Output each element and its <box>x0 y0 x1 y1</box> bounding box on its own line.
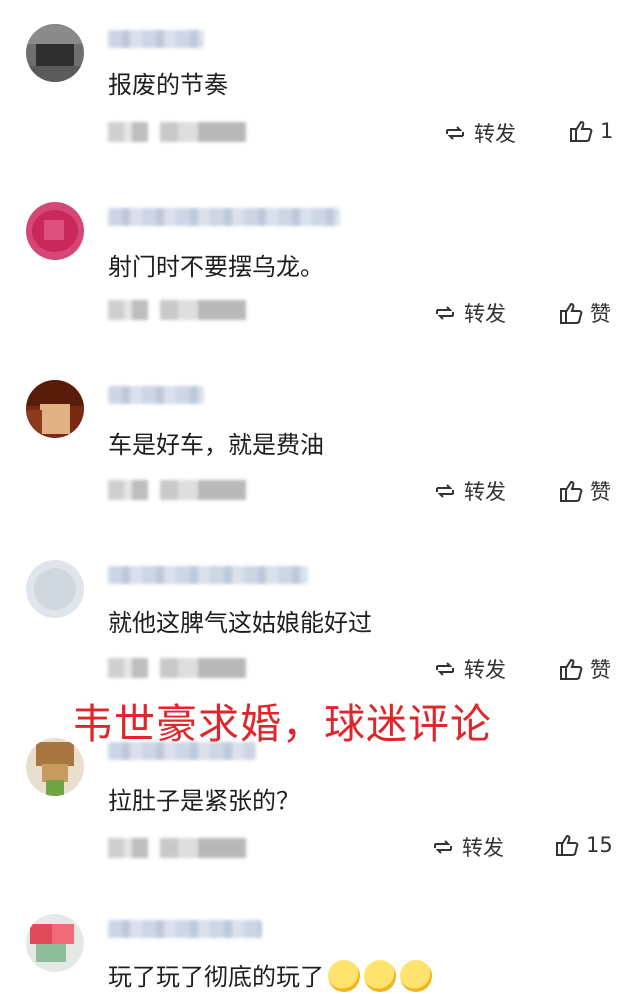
username-blurred[interactable] <box>108 742 256 760</box>
like-button[interactable]: 1 <box>568 118 613 144</box>
repost-icon <box>436 306 454 320</box>
laughing-crying-emoji-icon <box>328 960 360 992</box>
avatar[interactable] <box>26 560 84 618</box>
timestamp-blurred <box>108 300 246 320</box>
avatar[interactable] <box>26 738 84 796</box>
repost-button[interactable]: 转发 <box>432 476 506 506</box>
comment-text-content: 玩了玩了彻底的玩了 <box>108 963 324 991</box>
repost-icon <box>434 840 452 854</box>
timestamp-blurred <box>108 480 246 500</box>
comment-item: 就他这脾气这姑娘能好过 转发 赞 <box>0 540 640 710</box>
repost-icon <box>436 484 454 498</box>
repost-label: 转发 <box>462 836 504 860</box>
repost-label: 转发 <box>464 658 506 682</box>
repost-icon <box>436 662 454 676</box>
like-button[interactable]: 赞 <box>558 476 611 506</box>
repost-label: 转发 <box>474 122 516 146</box>
username-blurred[interactable] <box>108 920 262 938</box>
avatar[interactable] <box>26 380 84 438</box>
comment-item: 拉肚子是紧张的？ 转发 15 <box>0 720 640 890</box>
thumbs-up-icon <box>560 480 583 502</box>
like-count: 15 <box>586 833 613 857</box>
comment-item: 玩了玩了彻底的玩了 <box>0 900 640 992</box>
like-button[interactable]: 赞 <box>558 298 611 328</box>
repost-button[interactable]: 转发 <box>442 118 516 148</box>
comment-text: 玩了玩了彻底的玩了 <box>108 960 432 994</box>
avatar[interactable] <box>26 914 84 972</box>
like-count: 1 <box>600 119 614 143</box>
like-button[interactable]: 15 <box>554 832 613 858</box>
comment-item: 车是好车，就是费油 转发 赞 <box>0 360 640 530</box>
repost-button[interactable]: 转发 <box>430 832 504 862</box>
comment-text: 射门时不要摆乌龙。 <box>108 253 324 281</box>
thumbs-up-icon <box>556 834 579 856</box>
username-blurred[interactable] <box>108 386 204 404</box>
laughing-crying-emoji-icon <box>364 960 396 992</box>
avatar[interactable] <box>26 24 84 82</box>
comment-item: 射门时不要摆乌龙。 转发 赞 <box>0 180 640 350</box>
like-label: 赞 <box>590 658 611 682</box>
timestamp-blurred <box>108 658 246 678</box>
username-blurred[interactable] <box>108 208 340 226</box>
thumbs-up-icon <box>560 658 583 680</box>
timestamp-blurred <box>108 838 246 858</box>
like-label: 赞 <box>590 302 611 326</box>
repost-icon <box>446 126 464 140</box>
laughing-crying-emoji-icon <box>400 960 432 992</box>
thumbs-up-icon <box>560 302 583 324</box>
repost-label: 转发 <box>464 302 506 326</box>
repost-label: 转发 <box>464 480 506 504</box>
username-blurred[interactable] <box>108 566 308 584</box>
username-blurred[interactable] <box>108 30 204 48</box>
comment-text: 就他这脾气这姑娘能好过 <box>108 609 372 637</box>
comment-text: 报废的节奏 <box>108 71 228 99</box>
repost-button[interactable]: 转发 <box>432 298 506 328</box>
thumbs-up-icon <box>570 120 593 142</box>
like-label: 赞 <box>590 480 611 504</box>
comment-text: 车是好车，就是费油 <box>108 431 324 459</box>
repost-button[interactable]: 转发 <box>432 654 506 684</box>
comment-text: 拉肚子是紧张的？ <box>108 787 300 815</box>
avatar[interactable] <box>26 202 84 260</box>
timestamp-blurred <box>108 122 246 142</box>
comment-item: 报废的节奏 转发 1 <box>0 0 640 170</box>
like-button[interactable]: 赞 <box>558 654 611 684</box>
